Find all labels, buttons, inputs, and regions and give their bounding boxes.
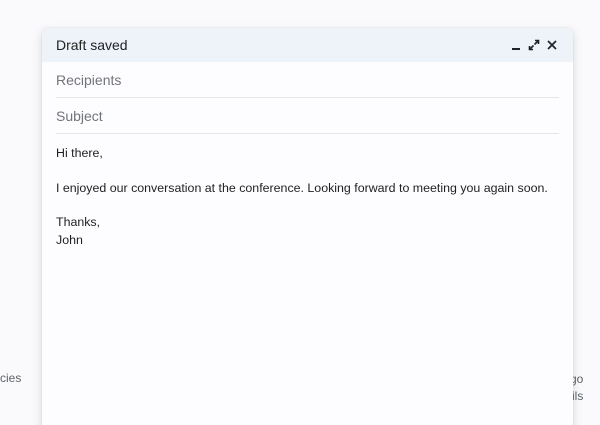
compose-title: Draft saved (56, 37, 128, 53)
minimize-button[interactable] (507, 36, 525, 54)
minimize-icon (510, 39, 522, 51)
compose-header[interactable]: Draft saved (42, 28, 573, 62)
expand-button[interactable] (525, 36, 543, 54)
compose-header-actions (507, 36, 561, 54)
recipients-input[interactable] (56, 71, 559, 88)
compose-window: Draft saved Recipients Subject Hi there,… (42, 28, 573, 425)
background-text-left: cies (0, 371, 22, 385)
close-icon (546, 39, 558, 51)
body-signature: John (56, 232, 83, 247)
message-body[interactable]: Hi there, I enjoyed our conversation at … (42, 134, 573, 249)
background-text-right-bottom: ils (572, 389, 584, 403)
recipients-row (56, 62, 559, 98)
subject-input[interactable] (56, 107, 559, 124)
body-closing: Thanks, (56, 215, 101, 229)
page: cies go ils Draft saved Recipients Subje… (0, 0, 600, 425)
subject-row (56, 98, 559, 134)
close-button[interactable] (543, 36, 561, 54)
expand-icon (528, 39, 540, 51)
body-paragraph: I enjoyed our conversation at the confer… (56, 180, 548, 195)
body-greeting: Hi there, (56, 146, 103, 160)
